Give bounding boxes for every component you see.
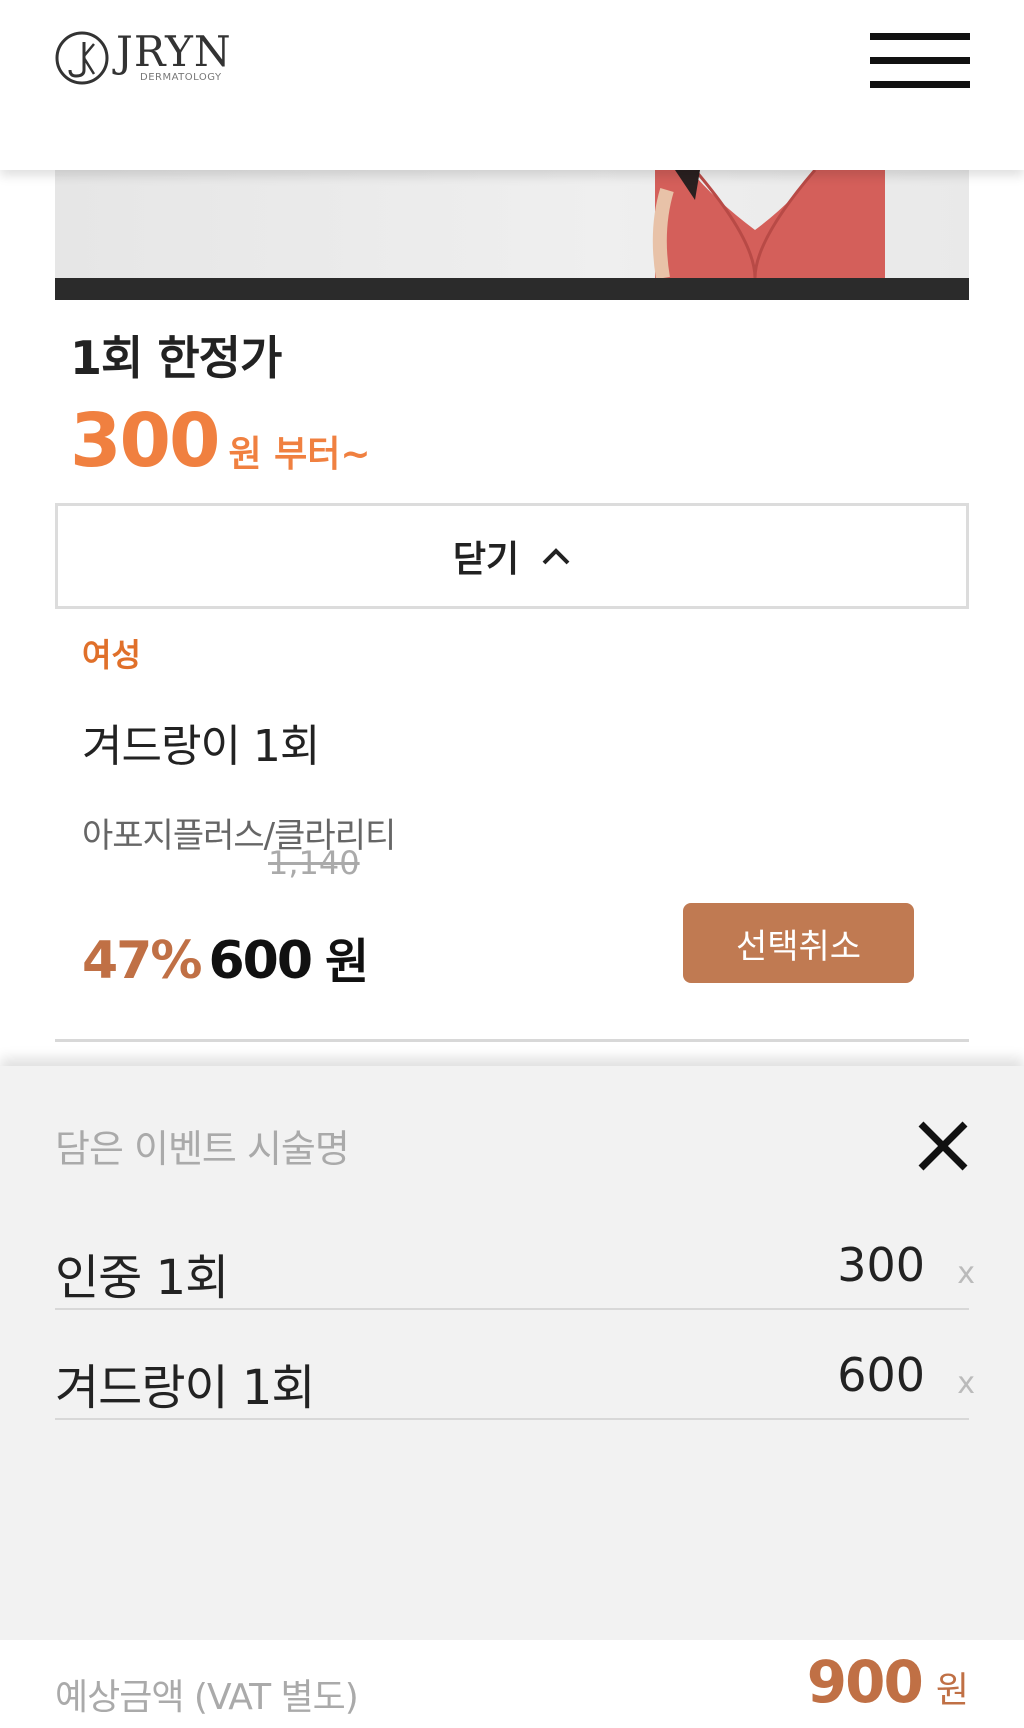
item-currency: 원 — [325, 934, 370, 990]
deselect-button[interactable]: 선택취소 — [683, 903, 914, 983]
event-banner-image — [55, 170, 969, 278]
collapse-toggle-label: 닫기 — [452, 539, 520, 580]
promo-price: 300 원 부터~ — [70, 398, 371, 484]
item-sale-price: 600 — [208, 931, 313, 991]
item-divider — [55, 1039, 969, 1042]
cart-item: 겨드랑이 1회 600 x — [55, 1310, 975, 1420]
site-header: JRYN DERMATOLOGY — [0, 0, 1024, 170]
promo-title: 1회 한정가 — [70, 331, 282, 385]
chevron-up-icon — [542, 548, 570, 565]
logo-subtitle: DERMATOLOGY — [140, 72, 222, 83]
item-price-row: 47% 600 원 — [82, 922, 369, 992]
logo[interactable]: JRYN DERMATOLOGY — [54, 30, 232, 86]
cart-item: 인중 1회 300 x — [55, 1200, 975, 1310]
remove-item-icon[interactable]: x — [957, 1256, 975, 1291]
cart-panel: 담은 이벤트 시술명 인중 1회 300 x 겨드랑이 1회 600 x — [0, 1066, 1024, 1640]
cart-item-price: 600 — [837, 1348, 925, 1402]
cart-item-price: 300 — [837, 1238, 925, 1292]
promo-price-suffix: 원 부터~ — [228, 434, 371, 475]
remove-item-icon[interactable]: x — [957, 1366, 975, 1401]
total-amount-value: 900 — [806, 1648, 924, 1716]
logo-name: JRYN — [116, 27, 232, 76]
item-discount-percent: 47% — [82, 931, 202, 991]
total-currency: 원 — [935, 1670, 969, 1711]
cart-title: 담은 이벤트 시술명 — [55, 1127, 350, 1171]
cart-item-name: 인중 1회 — [55, 1250, 229, 1306]
total-amount: 900 원 — [807, 1648, 969, 1716]
close-icon[interactable] — [915, 1118, 971, 1174]
promo-price-value: 300 — [70, 398, 220, 484]
logo-mark-icon — [55, 31, 109, 85]
collapse-toggle-button[interactable]: 닫기 — [55, 503, 969, 609]
item-gender-label: 여성 — [82, 636, 141, 674]
total-bar: 예상금액 (VAT 별도) 900 원 — [0, 1640, 1024, 1728]
total-label: 예상금액 (VAT 별도) — [55, 1677, 359, 1718]
cart-item-name: 겨드랑이 1회 — [55, 1360, 316, 1416]
item-name: 겨드랑이 1회 — [82, 721, 320, 772]
model-illustration — [652, 170, 885, 278]
banner-bottom-bar — [55, 278, 969, 300]
hamburger-menu-icon[interactable] — [870, 33, 970, 89]
item-original-price: 1,140 — [268, 844, 360, 882]
